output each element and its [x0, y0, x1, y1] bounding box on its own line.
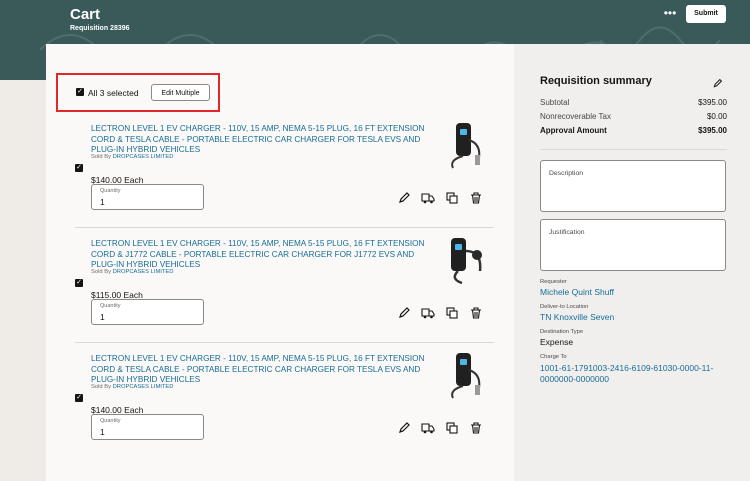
edit-multiple-button[interactable]: Edit Multiple	[151, 84, 210, 101]
product-image	[451, 238, 482, 285]
more-dots-icon[interactable]: •••	[660, 7, 680, 23]
seller-link[interactable]: DROPCASES LIMITED	[113, 154, 174, 160]
delete-trash-icon[interactable]	[469, 421, 483, 435]
description-placeholder: Description	[549, 170, 583, 177]
quantity-field[interactable]: Quantity 1	[91, 414, 204, 440]
destination-type-label: Destination Type	[540, 329, 584, 335]
page-title: Cart	[70, 6, 101, 23]
item-title-link[interactable]: LECTRON LEVEL 1 EV CHARGER - 110V, 15 AM…	[91, 124, 431, 156]
approval-label: Approval Amount	[540, 126, 607, 135]
delivery-truck-icon[interactable]	[421, 306, 435, 320]
quantity-value[interactable]: 1	[100, 312, 105, 322]
item-title-link[interactable]: LECTRON LEVEL 1 EV CHARGER - 110V, 15 AM…	[91, 239, 431, 271]
sold-by-label: Sold By	[91, 154, 111, 160]
item-checkbox[interactable]: ✓	[75, 394, 83, 402]
summary-divider	[540, 149, 727, 150]
deliver-to-link[interactable]: TN Knoxville Seven	[540, 312, 614, 322]
seller-link[interactable]: DROPCASES LIMITED	[113, 269, 174, 275]
item-title-link[interactable]: LECTRON LEVEL 1 EV CHARGER - 110V, 15 AM…	[91, 354, 431, 386]
justification-placeholder: Justification	[549, 229, 585, 236]
justification-field[interactable]: Justification	[540, 219, 726, 271]
delivery-truck-icon[interactable]	[421, 191, 435, 205]
duplicate-icon[interactable]	[445, 191, 459, 205]
requester-link[interactable]: Michele Quint Shuff	[540, 287, 614, 297]
product-image	[451, 353, 481, 399]
quantity-label: Quantity	[100, 303, 121, 309]
quantity-label: Quantity	[100, 188, 121, 194]
select-all-checkbox[interactable]: ✓	[76, 88, 84, 96]
item-checkbox[interactable]: ✓	[75, 279, 83, 287]
delete-trash-icon[interactable]	[469, 191, 483, 205]
sold-by: Sold By DROPCASES LIMITED	[91, 269, 174, 275]
quantity-field[interactable]: Quantity 1	[91, 184, 204, 210]
selection-summary: All 3 selected	[88, 88, 139, 98]
delete-trash-icon[interactable]	[469, 306, 483, 320]
summary-title: Requisition summary	[540, 75, 652, 87]
duplicate-icon[interactable]	[445, 306, 459, 320]
subtotal-label: Subtotal	[540, 98, 570, 107]
edit-pencil-icon[interactable]	[712, 78, 723, 89]
requisition-number: Requisition 28396	[70, 25, 130, 32]
product-image	[451, 123, 481, 169]
submit-button[interactable]: Submit	[686, 5, 726, 23]
charge-to-link[interactable]: 1001-61-1791003-2416-6109-61030-0000-11-…	[540, 363, 730, 384]
edit-pencil-icon[interactable]	[397, 421, 411, 435]
edit-pencil-icon[interactable]	[397, 306, 411, 320]
tax-value: $0.00	[706, 112, 727, 121]
destination-type-value: Expense	[540, 337, 574, 347]
sold-by: Sold By DROPCASES LIMITED	[91, 384, 174, 390]
sold-by: Sold By DROPCASES LIMITED	[91, 154, 174, 160]
sold-by-label: Sold By	[91, 269, 111, 275]
requester-label: Requester	[540, 279, 567, 285]
description-field[interactable]: Description	[540, 160, 726, 212]
tax-label: Nonrecoverable Tax	[540, 112, 612, 121]
delivery-truck-icon[interactable]	[421, 421, 435, 435]
approval-value: $395.00	[698, 126, 727, 135]
quantity-label: Quantity	[100, 418, 121, 424]
item-divider	[75, 227, 494, 228]
item-checkbox[interactable]: ✓	[75, 164, 83, 172]
sold-by-label: Sold By	[91, 384, 111, 390]
quantity-value[interactable]: 1	[100, 427, 105, 437]
item-divider	[75, 342, 494, 343]
seller-link[interactable]: DROPCASES LIMITED	[113, 384, 174, 390]
deliver-to-label: Deliver-to Location	[540, 304, 589, 310]
duplicate-icon[interactable]	[445, 421, 459, 435]
subtotal-value: $395.00	[698, 98, 727, 107]
edit-pencil-icon[interactable]	[397, 191, 411, 205]
quantity-value[interactable]: 1	[100, 197, 105, 207]
charge-to-label: Charge To	[540, 354, 567, 360]
quantity-field[interactable]: Quantity 1	[91, 299, 204, 325]
